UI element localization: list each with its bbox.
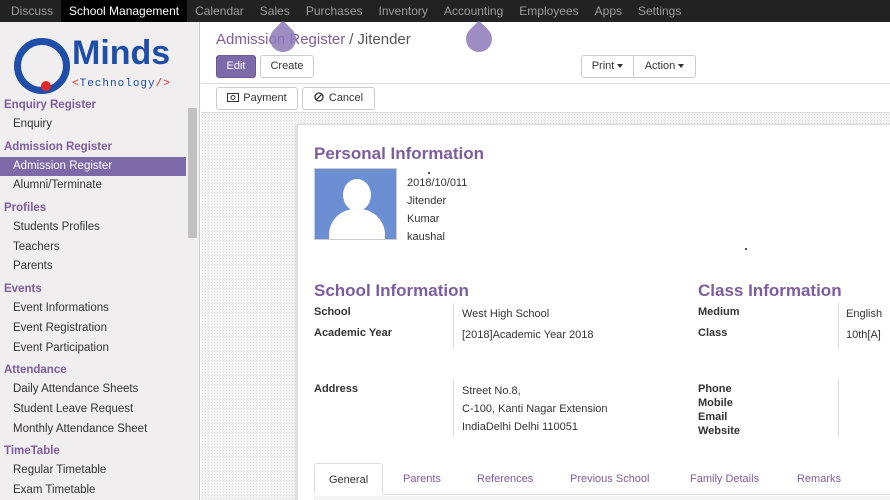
sidebar-item-event-participation[interactable]: Event Participation	[0, 339, 186, 359]
logo-circle-icon	[14, 38, 70, 94]
phone-label: Phone	[698, 383, 732, 395]
sidebar-section-timetable: TimeTable	[4, 445, 60, 458]
sidebar-item-daily-attendance-sheets[interactable]: Daily Attendance Sheets	[0, 380, 186, 400]
nav-apps[interactable]: Apps	[587, 0, 630, 22]
sidebar-item-students-profiles[interactable]: Students Profiles	[0, 218, 186, 238]
medium-label: Medium	[698, 306, 740, 318]
sidebar-item-monthly-attendance-sheet[interactable]: Monthly Attendance Sheet	[0, 420, 186, 440]
cursor-marker-icon	[460, 20, 498, 58]
personal-information-heading: Personal Information	[314, 144, 485, 163]
medium-value: English	[846, 308, 883, 320]
sidebar: Minds <Technology/> Enquiry Register Enq…	[0, 22, 200, 500]
logo-tagline: <Technology/>	[72, 78, 171, 90]
sidebar-scrollbar[interactable]	[188, 108, 197, 238]
academic-year-value: [2018]Academic Year 2018	[462, 329, 594, 341]
tab-previous-school[interactable]: Previous School	[570, 463, 650, 495]
school-information-heading: School Information	[314, 281, 469, 300]
class-information-heading: Class Information	[698, 281, 842, 300]
sidebar-item-event-informations[interactable]: Event Informations	[0, 299, 186, 319]
sidebar-item-regular-timetable[interactable]: Regular Timetable	[0, 461, 186, 481]
nav-sales[interactable]: Sales	[252, 0, 298, 22]
sidebar-item-exam-timetable[interactable]: Exam Timetable	[0, 481, 186, 500]
payment-button[interactable]: Payment	[216, 87, 298, 110]
sidebar-section-enquiry-register: Enquiry Register	[4, 99, 97, 111]
nav-inventory[interactable]: Inventory	[371, 0, 436, 22]
sidebar-item-teachers[interactable]: Teachers	[0, 238, 186, 258]
address-label: Address	[314, 383, 359, 395]
breadcrumb-separator: /	[349, 31, 354, 48]
nav-settings[interactable]: Settings	[630, 0, 689, 22]
nav-accounting[interactable]: Accounting	[436, 0, 511, 22]
form-sheet: Personal Information 2018/10/011 Jitende…	[297, 124, 890, 500]
tab-general[interactable]: General	[314, 463, 384, 495]
sidebar-item-student-leave-request[interactable]: Student Leave Request	[0, 400, 186, 420]
nav-purchases[interactable]: Purchases	[298, 0, 371, 22]
class-label: Class	[698, 327, 728, 339]
student-photo[interactable]	[314, 168, 397, 240]
school-value: West High School	[462, 308, 550, 320]
chevron-down-icon	[678, 64, 685, 69]
school-label: School	[314, 306, 351, 318]
nav-school-management[interactable]: School Management	[61, 0, 188, 22]
tab-parents[interactable]: Parents	[403, 463, 441, 495]
sidebar-item-parents[interactable]: Parents	[0, 257, 186, 277]
breadcrumb-current: Jitender	[357, 31, 411, 48]
sidebar-menu: Enquiry Register Enquiry Admission Regis…	[0, 96, 186, 500]
top-navbar: Discuss School Management Calendar Sales…	[0, 0, 890, 22]
sidebar-section-events: Events	[4, 283, 42, 296]
email-label: Email	[698, 411, 728, 423]
academic-year-label: Academic Year	[314, 327, 393, 339]
ban-icon	[314, 92, 324, 102]
mobile-label: Mobile	[698, 397, 733, 409]
print-dropdown-button[interactable]: Print	[581, 55, 634, 78]
class-value: 10th[A]	[846, 329, 881, 341]
student-middle-name: Kumar	[407, 213, 440, 225]
logo-brand: Minds	[72, 34, 171, 72]
sidebar-item-alumni-terminate[interactable]: Alumni/Terminate	[0, 176, 186, 196]
notebook-tabs: General Parents References Previous Scho…	[314, 463, 890, 495]
tab-references[interactable]: References	[477, 463, 533, 495]
create-button[interactable]: Create	[260, 55, 314, 78]
website-label: Website	[698, 425, 740, 437]
sidebar-item-admission-register[interactable]: Admission Register	[0, 156, 186, 177]
sidebar-item-enquiry[interactable]: Enquiry	[0, 115, 186, 135]
edit-button[interactable]: Edit	[216, 55, 256, 78]
breadcrumb: Admission Register / Jitender	[216, 31, 411, 48]
sidebar-section-attendance: Attendance	[4, 364, 67, 377]
sidebar-item-event-registration[interactable]: Event Registration	[0, 319, 186, 339]
address-line-1: Street No.8,	[462, 385, 521, 397]
address-line-2: C-100, Kanti Nagar Extension	[462, 403, 608, 415]
tab-family-details[interactable]: Family Details	[690, 463, 759, 495]
student-last-name: kaushal	[407, 231, 445, 243]
control-panel-divider	[201, 83, 890, 84]
chevron-down-icon	[617, 64, 624, 69]
address-line-3: IndiaDelhi Delhi 110051	[462, 421, 578, 433]
sidebar-section-admission-register: Admission Register	[4, 140, 112, 153]
tab-remarks[interactable]: Remarks	[797, 463, 841, 495]
nav-calendar[interactable]: Calendar	[187, 0, 252, 22]
action-dropdown-button[interactable]: Action	[633, 55, 696, 78]
cancel-button[interactable]: Cancel	[302, 87, 375, 110]
tab-content-area	[314, 496, 890, 500]
student-first-name: Jitender	[407, 195, 447, 207]
sidebar-section-profiles: Profiles	[4, 202, 47, 215]
admission-date: 2018/10/011	[407, 177, 468, 189]
nav-employees[interactable]: Employees	[511, 0, 586, 22]
nav-discuss[interactable]: Discuss	[0, 0, 61, 22]
company-logo[interactable]: Minds <Technology/>	[14, 34, 190, 98]
main-content: Admission Register / Jitender Edit Create …	[201, 20, 890, 500]
cursor-marker-icon	[264, 20, 302, 58]
money-icon	[227, 93, 240, 102]
